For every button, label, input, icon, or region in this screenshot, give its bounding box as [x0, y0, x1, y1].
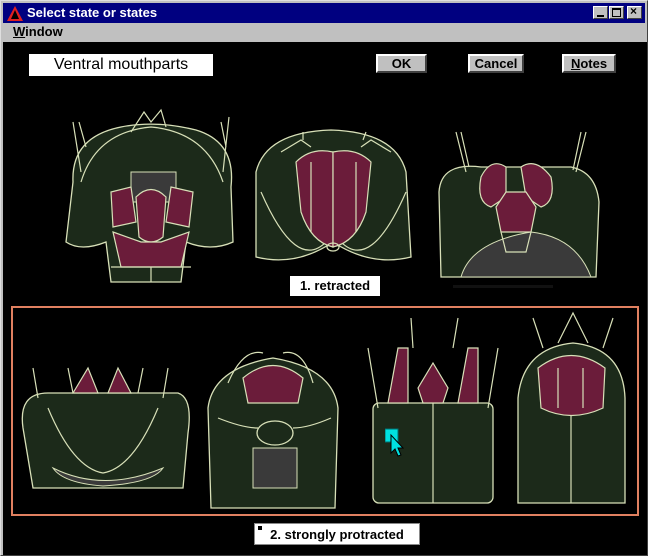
menu-window[interactable]: Window: [13, 24, 63, 40]
window-title: Select state or states: [27, 5, 158, 20]
minimize-icon: [597, 15, 604, 17]
cursor-icon: [385, 428, 405, 457]
menu-window-rest: indow: [25, 24, 63, 39]
close-icon: ×: [630, 4, 638, 18]
head-illustration-1c: [438, 131, 600, 278]
head-illustration-2c: [367, 317, 499, 504]
maximize-button[interactable]: [609, 6, 624, 19]
divider-fragment: [453, 285, 553, 288]
minimize-button[interactable]: [593, 6, 608, 19]
menu-window-mnemonic: W: [13, 24, 26, 39]
menu-bar: Window: [3, 23, 645, 41]
notes-button[interactable]: Notes: [562, 54, 616, 73]
head-illustration-2d: [517, 311, 626, 504]
head-illustration-2b: [207, 351, 339, 509]
close-button[interactable]: ×: [627, 4, 642, 19]
state-2-panel[interactable]: [11, 306, 639, 516]
state-2-label[interactable]: 2. strongly protracted: [254, 523, 420, 545]
state-1-panel[interactable]: [11, 92, 641, 287]
notes-mnemonic: N: [570, 56, 581, 71]
title-bar[interactable]: Select state or states ×: [3, 3, 645, 23]
state-2-illustrations: [21, 311, 626, 509]
state-2-label-text: 2. strongly protracted: [270, 527, 404, 542]
head-illustration-2a: [21, 366, 190, 489]
state-1-label[interactable]: 1. retracted: [290, 276, 380, 296]
cancel-button[interactable]: Cancel: [468, 54, 524, 73]
content-area: Ventral mouthparts OK Cancel Notes 1. re…: [3, 42, 647, 555]
head-illustration-1a: [65, 108, 234, 283]
maximize-icon: [612, 8, 621, 17]
notes-rest: otes: [580, 56, 608, 71]
character-heading: Ventral mouthparts: [29, 54, 213, 76]
state-1-illustrations: [65, 108, 600, 283]
head-illustration-1b: [255, 129, 412, 261]
ok-button[interactable]: OK: [376, 54, 427, 73]
selection-marker: [258, 526, 262, 530]
dialog-window: Select state or states × Window Ventral …: [0, 0, 648, 556]
app-icon: [7, 6, 23, 21]
